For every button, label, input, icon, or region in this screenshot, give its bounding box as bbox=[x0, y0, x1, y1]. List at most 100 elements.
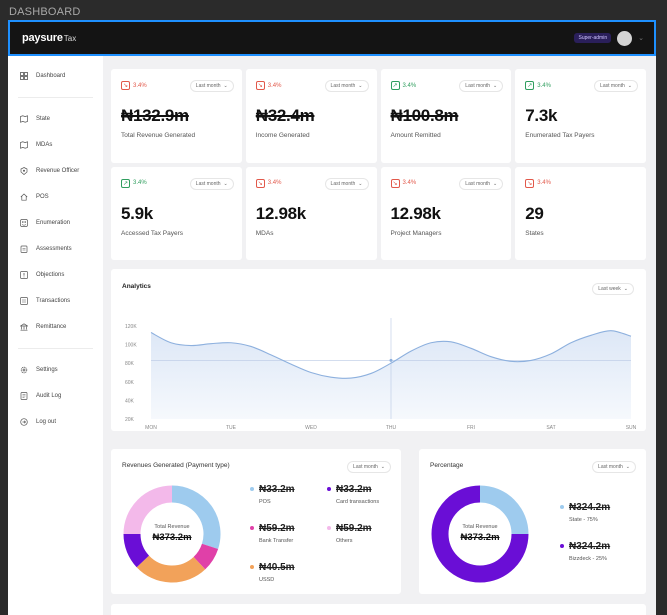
alert-icon bbox=[20, 271, 28, 279]
stat-label: MDAs bbox=[255, 229, 274, 237]
legend-label: POS bbox=[259, 499, 271, 505]
role-badge: Super-admin bbox=[574, 33, 612, 43]
trend-value: 3.4% bbox=[537, 180, 551, 186]
chevron-down-icon: ⌄ bbox=[627, 83, 632, 89]
list-icon bbox=[20, 297, 28, 305]
sidebar-item-enumeration[interactable]: Enumeration bbox=[8, 210, 103, 236]
chevron-down-icon: ⌄ bbox=[223, 180, 228, 187]
trend-value: 3.4% bbox=[133, 180, 147, 186]
chevron-down-icon[interactable]: ⌄ bbox=[638, 34, 644, 42]
sidebar-item-label: Remittance bbox=[36, 324, 67, 330]
stat-value: 7.3k bbox=[525, 106, 558, 125]
sidebar-item-pos[interactable]: POS bbox=[8, 184, 103, 210]
period-label: Last week bbox=[598, 286, 621, 292]
chevron-down-icon: ⌄ bbox=[623, 286, 628, 292]
legend-label: Others bbox=[336, 538, 353, 544]
period-label: Last month bbox=[195, 180, 221, 187]
x-tick-label: SUN bbox=[626, 425, 637, 431]
home-icon bbox=[20, 193, 28, 201]
dashboard-frame: paysure Tax Super-admin ⌄ Dashboard Stat… bbox=[8, 20, 656, 615]
sidebar-item-label: Enumeration bbox=[36, 220, 71, 226]
stat-card: ↘ 3.4% 29 States bbox=[515, 166, 646, 260]
stat-value: 12.98k bbox=[255, 203, 307, 223]
logo[interactable]: paysure Tax bbox=[22, 32, 76, 44]
revenue-by-payment-card: Revenues Generated (Payment type) Last m… bbox=[111, 449, 401, 594]
legend-dot bbox=[250, 526, 254, 530]
legend-dot bbox=[250, 565, 254, 569]
trend-down-icon: ↘ bbox=[255, 81, 265, 90]
analytics-period-select[interactable]: Last week ⌄ bbox=[592, 283, 634, 295]
donut-center-label: Total Revenue bbox=[154, 524, 190, 530]
period-label: Last month bbox=[598, 464, 623, 470]
period-label: Last month bbox=[330, 180, 356, 187]
period-label: Last month bbox=[353, 464, 378, 470]
stat-value: ₦100.8m bbox=[390, 106, 459, 125]
percentage-period-select[interactable]: Last month ⌄ bbox=[592, 461, 636, 473]
percentage-title: Percentage bbox=[430, 462, 464, 469]
sidebar-item-audit-log[interactable]: Audit Log bbox=[8, 383, 103, 409]
legend-dot bbox=[327, 487, 331, 491]
stat-period-select[interactable]: Last month ⌄ bbox=[459, 80, 504, 92]
sidebar-item-state[interactable]: State bbox=[8, 106, 103, 132]
sidebar-item-mdas[interactable]: MDAs bbox=[8, 132, 103, 158]
percentage-card: Percentage Last month ⌄ Total Revenue ₦3… bbox=[419, 449, 646, 594]
clipboard-icon bbox=[20, 245, 28, 253]
stat-card: ↗ 3.4% Last month ⌄ ₦100.8m Amount Remitted bbox=[380, 69, 512, 163]
stat-period-select[interactable]: Last month ⌄ bbox=[189, 80, 234, 92]
donut-slice[interactable] bbox=[136, 555, 206, 583]
bank-icon bbox=[20, 323, 28, 331]
legend-dot bbox=[560, 505, 564, 509]
stat-label: States bbox=[525, 229, 544, 237]
logo-main-text: paysure bbox=[22, 32, 63, 44]
stat-label: Total Revenue Generated bbox=[121, 132, 196, 139]
revenue-period-select[interactable]: Last month ⌄ bbox=[347, 461, 391, 473]
stat-period-select[interactable]: Last month ⌄ bbox=[324, 80, 369, 92]
chevron-down-icon: ⌄ bbox=[625, 464, 630, 470]
user-menu: Super-admin ⌄ bbox=[574, 30, 644, 46]
top-bar: paysure Tax Super-admin ⌄ bbox=[8, 20, 656, 56]
stat-value: 5.9k bbox=[121, 203, 153, 223]
sidebar-item-assessments[interactable]: Assessments bbox=[8, 236, 103, 262]
stat-period-select[interactable]: Last month ⌄ bbox=[594, 80, 638, 92]
sidebar-item-transactions[interactable]: Transactions bbox=[8, 288, 103, 314]
chevron-down-icon: ⌄ bbox=[493, 83, 498, 89]
y-tick-label: 20K bbox=[125, 417, 135, 423]
sidebar-item-objections[interactable]: Objections bbox=[8, 262, 103, 288]
hover-point[interactable] bbox=[389, 358, 393, 362]
sidebar-item-label: Objections bbox=[36, 272, 65, 278]
trend-value: 3.4% bbox=[402, 180, 417, 186]
avatar[interactable] bbox=[617, 30, 633, 46]
canvas-label: DASHBOARD bbox=[9, 6, 81, 18]
sidebar-item-dashboard[interactable]: Dashboard bbox=[8, 63, 103, 89]
x-tick-label: MON bbox=[145, 425, 157, 431]
sidebar-item-log-out[interactable]: Log out bbox=[8, 409, 103, 435]
donut-center-label: Total Revenue bbox=[462, 524, 498, 530]
logo-sub-text: Tax bbox=[63, 34, 77, 43]
stat-value: ₦132.9m bbox=[121, 106, 189, 125]
grid-icon bbox=[20, 72, 28, 80]
stat-period-select[interactable]: Last month ⌄ bbox=[459, 177, 504, 190]
sidebar-item-settings[interactable]: Settings bbox=[8, 357, 103, 383]
stat-period-select[interactable]: Last month ⌄ bbox=[189, 177, 234, 190]
x-tick-label: FRI bbox=[467, 425, 475, 431]
trend-value: 3.4% bbox=[267, 180, 282, 186]
donut-slice[interactable] bbox=[193, 543, 219, 570]
y-tick-label: 80K bbox=[125, 361, 135, 367]
revenue-title: Revenues Generated (Payment type) bbox=[122, 462, 230, 469]
stat-period-select[interactable]: Last month ⌄ bbox=[324, 177, 369, 190]
divider bbox=[18, 97, 93, 98]
stat-card: ↘ 3.4% Last month ⌄ ₦32.4m Income Generated bbox=[245, 69, 377, 163]
logout-icon bbox=[20, 418, 28, 426]
analytics-title: Analytics bbox=[122, 283, 151, 290]
period-label: Last month bbox=[195, 83, 221, 89]
stat-value: 29 bbox=[525, 203, 544, 223]
sidebar-item-label: POS bbox=[36, 194, 49, 200]
sidebar-item-revenue-officer[interactable]: Revenue Officer bbox=[8, 158, 103, 184]
sidebar-item-remittance[interactable]: Remittance bbox=[8, 314, 103, 340]
sidebar-item-label: State bbox=[36, 116, 51, 122]
stat-value: 12.98k bbox=[390, 203, 442, 223]
period-label: Last month bbox=[330, 83, 356, 89]
trend-value: 3.4% bbox=[133, 82, 147, 89]
chevron-down-icon: ⌄ bbox=[358, 180, 363, 187]
revenue-donut-center: Total Revenue ₦373.2m bbox=[137, 524, 207, 543]
